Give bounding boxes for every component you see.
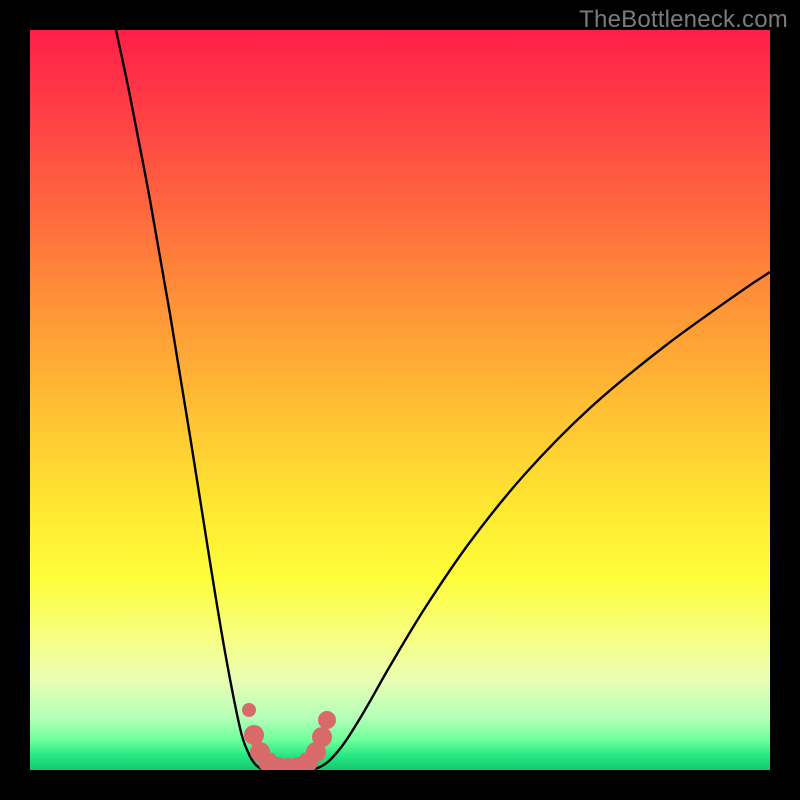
curve-layer [116, 30, 770, 770]
series-right-branch [310, 272, 770, 770]
watermark-text: TheBottleneck.com [579, 6, 788, 34]
valley-marker [312, 727, 332, 747]
valley-marker [318, 711, 336, 729]
valley-marker [244, 725, 264, 745]
series-left-branch [116, 30, 268, 770]
chart-svg [30, 30, 770, 770]
marker-layer [242, 703, 336, 770]
plot-area [30, 30, 770, 770]
valley-marker [242, 703, 256, 717]
